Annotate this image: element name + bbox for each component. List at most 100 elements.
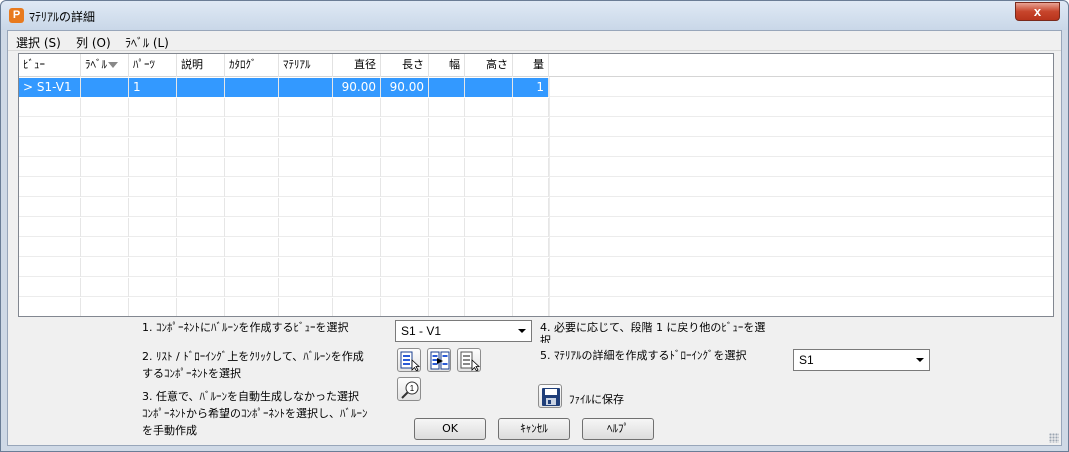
empty-cell: [279, 178, 333, 197]
empty-cell: [333, 278, 381, 297]
empty-cell: [279, 278, 333, 297]
title-bar[interactable]: P ﾏﾃﾘｱﾙの詳細 x: [1, 1, 1068, 30]
empty-table-row: [19, 278, 1053, 297]
col-header-label-text: ﾗﾍﾞﾙ: [85, 58, 107, 71]
empty-cell: [129, 238, 177, 257]
close-button[interactable]: x: [1015, 2, 1060, 21]
empty-cell: [381, 118, 429, 137]
empty-cell: [513, 218, 549, 237]
empty-cell: [19, 98, 81, 117]
column-divider: [549, 77, 550, 316]
menu-label[interactable]: ﾗﾍﾞﾙ (L): [123, 33, 171, 52]
empty-cell: [19, 138, 81, 157]
cell-catalog: [225, 78, 279, 97]
step2-text-line1: 2. ﾘｽﾄ / ﾄﾞﾛｰｲﾝｸﾞ上をｸﾘｯｸして、ﾊﾞﾙｰﾝを作成: [142, 350, 364, 363]
chevron-down-icon: [916, 358, 924, 362]
empty-cell: [513, 298, 549, 316]
empty-cell: [225, 258, 279, 277]
col-header-description[interactable]: 説明: [177, 54, 225, 77]
empty-cell: [177, 238, 225, 257]
empty-cell: [513, 178, 549, 197]
empty-cell: [333, 98, 381, 117]
step3-text-line2: ｺﾝﾎﾟｰﾈﾝﾄから希望のｺﾝﾎﾟｰﾈﾝﾄを選択し、ﾊﾞﾙｰﾝ: [142, 407, 368, 420]
save-to-file-button[interactable]: [538, 384, 562, 408]
col-header-view[interactable]: ﾋﾞｭｰ: [19, 54, 81, 77]
menu-column[interactable]: 列 (O): [74, 33, 113, 52]
col-header-length[interactable]: 長さ: [381, 54, 429, 77]
empty-cell: [225, 238, 279, 257]
manual-balloon-button[interactable]: 1: [397, 377, 421, 401]
empty-cell: [333, 258, 381, 277]
empty-table-row: [19, 178, 1053, 197]
empty-cell: [465, 178, 513, 197]
empty-cell: [177, 198, 225, 217]
empty-cell: [177, 178, 225, 197]
empty-cell: [465, 298, 513, 316]
empty-cell: [279, 298, 333, 316]
empty-cell: [129, 98, 177, 117]
col-header-width[interactable]: 幅: [429, 54, 465, 77]
table-row[interactable]: > S1-V1 1 90.00 90.00 1: [19, 78, 1053, 97]
empty-cell: [129, 178, 177, 197]
empty-cell: [333, 238, 381, 257]
empty-cell: [381, 158, 429, 177]
empty-cell: [19, 278, 81, 297]
chevron-down-icon: [518, 329, 526, 333]
empty-cell: [129, 258, 177, 277]
step3-text-line3: を手動作成: [142, 424, 197, 437]
help-button[interactable]: ﾍﾙﾌﾟ: [582, 418, 654, 440]
dialog-window: P ﾏﾃﾘｱﾙの詳細 x 選択 (S) 列 (O) ﾗﾍﾞﾙ (L) ﾋﾞｭｰ …: [0, 0, 1069, 452]
empty-cell: [381, 278, 429, 297]
empty-cell: [465, 118, 513, 137]
col-header-height[interactable]: 高さ: [465, 54, 513, 77]
empty-cell: [129, 198, 177, 217]
col-header-label[interactable]: ﾗﾍﾞﾙ: [81, 54, 129, 77]
drawing-select[interactable]: S1: [793, 349, 930, 371]
window-title: ﾏﾃﾘｱﾙの詳細: [29, 10, 96, 24]
col-header-material[interactable]: ﾏﾃﾘｱﾙ: [279, 54, 333, 77]
empty-cell: [81, 298, 129, 316]
select-from-drawing-button[interactable]: [457, 348, 481, 372]
save-to-file-label[interactable]: ﾌｧｲﾙに保存: [569, 391, 624, 407]
empty-cell: [381, 298, 429, 316]
empty-cell: [81, 138, 129, 157]
material-table[interactable]: ﾋﾞｭｰ ﾗﾍﾞﾙ ﾊﾟｰﾂ 説明 ｶﾀﾛｸﾞ ﾏﾃﾘｱﾙ 直径 長さ 幅 高さ…: [18, 53, 1054, 317]
empty-cell: [19, 298, 81, 316]
resize-grip[interactable]: [1049, 433, 1059, 443]
col-header-diameter[interactable]: 直径: [333, 54, 381, 77]
empty-cell: [381, 258, 429, 277]
empty-cell: [513, 238, 549, 257]
empty-cell: [465, 278, 513, 297]
col-header-parts[interactable]: ﾊﾟｰﾂ: [129, 54, 177, 77]
col-header-catalog[interactable]: ｶﾀﾛｸﾞ: [225, 54, 279, 77]
empty-cell: [429, 298, 465, 316]
svg-text:1: 1: [410, 384, 415, 393]
empty-cell: [81, 98, 129, 117]
empty-cell: [177, 278, 225, 297]
menu-select[interactable]: 選択 (S): [14, 33, 63, 52]
select-from-list-button[interactable]: [397, 348, 421, 372]
empty-cell: [279, 218, 333, 237]
select-both-button[interactable]: [427, 348, 451, 372]
empty-cell: [429, 258, 465, 277]
empty-table-row: [19, 198, 1053, 217]
drawing-select-value: S1: [799, 353, 814, 367]
empty-cell: [129, 298, 177, 316]
cell-description: [177, 78, 225, 97]
empty-cell: [129, 218, 177, 237]
col-header-quantity[interactable]: 量: [513, 54, 549, 77]
ok-button[interactable]: OK: [414, 418, 486, 440]
dialog-body: 選択 (S) 列 (O) ﾗﾍﾞﾙ (L) ﾋﾞｭｰ ﾗﾍﾞﾙ ﾊﾟｰﾂ 説明 …: [7, 30, 1062, 446]
cell-length: 90.00: [381, 78, 429, 97]
empty-cell: [225, 198, 279, 217]
empty-cell: [225, 138, 279, 157]
view-select[interactable]: S1 - V1: [395, 320, 532, 342]
empty-cell: [129, 158, 177, 177]
step4-text-line2: 択: [540, 334, 551, 343]
cell-parts: 1: [129, 78, 177, 97]
cancel-button[interactable]: ｷｬﾝｾﾙ: [498, 418, 570, 440]
empty-table-row: [19, 298, 1053, 316]
empty-cell: [465, 198, 513, 217]
empty-cell: [19, 158, 81, 177]
empty-cell: [81, 258, 129, 277]
